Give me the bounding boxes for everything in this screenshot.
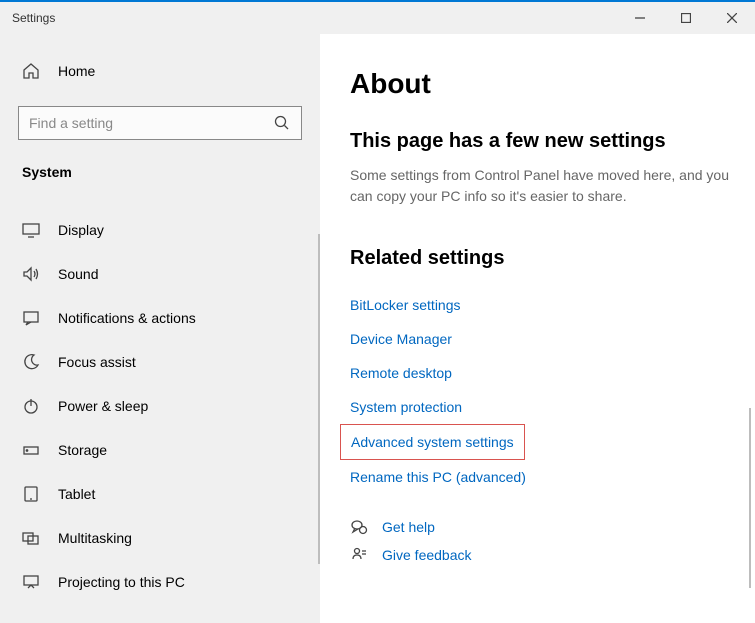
sidebar-item-label: Multitasking — [58, 530, 132, 546]
storage-icon — [22, 441, 40, 459]
get-help-row[interactable]: Get help — [350, 518, 755, 536]
main-scrollbar[interactable] — [749, 408, 751, 588]
give-feedback-row[interactable]: Give feedback — [350, 546, 755, 564]
feedback-icon — [350, 546, 368, 564]
window-controls — [617, 2, 755, 34]
sidebar: Home System Display Sound Notifications — [0, 34, 320, 623]
maximize-button[interactable] — [663, 2, 709, 34]
nav-list: Display Sound Notifications & actions Fo… — [18, 208, 302, 604]
sidebar-item-notifications[interactable]: Notifications & actions — [18, 296, 302, 340]
main-content: About This page has a few new settings S… — [320, 34, 755, 623]
related-settings-heading: Related settings — [350, 247, 755, 270]
moon-icon — [22, 353, 40, 371]
home-label: Home — [58, 63, 95, 79]
projecting-icon — [22, 573, 40, 591]
give-feedback-label: Give feedback — [382, 547, 472, 563]
sidebar-item-label: Notifications & actions — [58, 310, 196, 326]
sidebar-item-label: Storage — [58, 442, 107, 458]
link-rename-pc[interactable]: Rename this PC (advanced) — [350, 460, 526, 494]
sidebar-item-label: Display — [58, 222, 104, 238]
section-title: System — [18, 158, 302, 194]
related-links: BitLocker settings Device Manager Remote… — [350, 288, 755, 494]
power-icon — [22, 397, 40, 415]
sidebar-item-multitasking[interactable]: Multitasking — [18, 516, 302, 560]
link-system-protection[interactable]: System protection — [350, 390, 462, 424]
sidebar-item-storage[interactable]: Storage — [18, 428, 302, 472]
close-button[interactable] — [709, 2, 755, 34]
search-input[interactable] — [29, 115, 273, 131]
link-remote-desktop[interactable]: Remote desktop — [350, 356, 452, 390]
display-icon — [22, 221, 40, 239]
search-icon — [273, 114, 291, 132]
sound-icon — [22, 265, 40, 283]
multitasking-icon — [22, 529, 40, 547]
home-icon — [22, 62, 40, 80]
sub-text: Some settings from Control Panel have mo… — [350, 165, 730, 207]
titlebar: Settings — [0, 2, 755, 34]
sidebar-item-tablet[interactable]: Tablet — [18, 472, 302, 516]
sidebar-item-focus-assist[interactable]: Focus assist — [18, 340, 302, 384]
link-bitlocker[interactable]: BitLocker settings — [350, 288, 461, 322]
link-advanced-system-settings[interactable]: Advanced system settings — [340, 424, 525, 460]
sidebar-item-label: Projecting to this PC — [58, 574, 185, 590]
link-device-manager[interactable]: Device Manager — [350, 322, 452, 356]
minimize-button[interactable] — [617, 2, 663, 34]
get-help-label: Get help — [382, 519, 435, 535]
sidebar-item-power[interactable]: Power & sleep — [18, 384, 302, 428]
sidebar-item-label: Focus assist — [58, 354, 136, 370]
sidebar-item-label: Sound — [58, 266, 98, 282]
sidebar-item-display[interactable]: Display — [18, 208, 302, 252]
tablet-icon — [22, 485, 40, 503]
sidebar-item-sound[interactable]: Sound — [18, 252, 302, 296]
sub-heading: This page has a few new settings — [350, 130, 755, 153]
page-title: About — [350, 68, 755, 100]
help-icon — [350, 518, 368, 536]
notifications-icon — [22, 309, 40, 327]
home-nav[interactable]: Home — [18, 54, 302, 88]
sidebar-item-label: Power & sleep — [58, 398, 148, 414]
window-title: Settings — [12, 11, 55, 25]
sidebar-item-label: Tablet — [58, 486, 95, 502]
sidebar-item-projecting[interactable]: Projecting to this PC — [18, 560, 302, 604]
search-box[interactable] — [18, 106, 302, 140]
